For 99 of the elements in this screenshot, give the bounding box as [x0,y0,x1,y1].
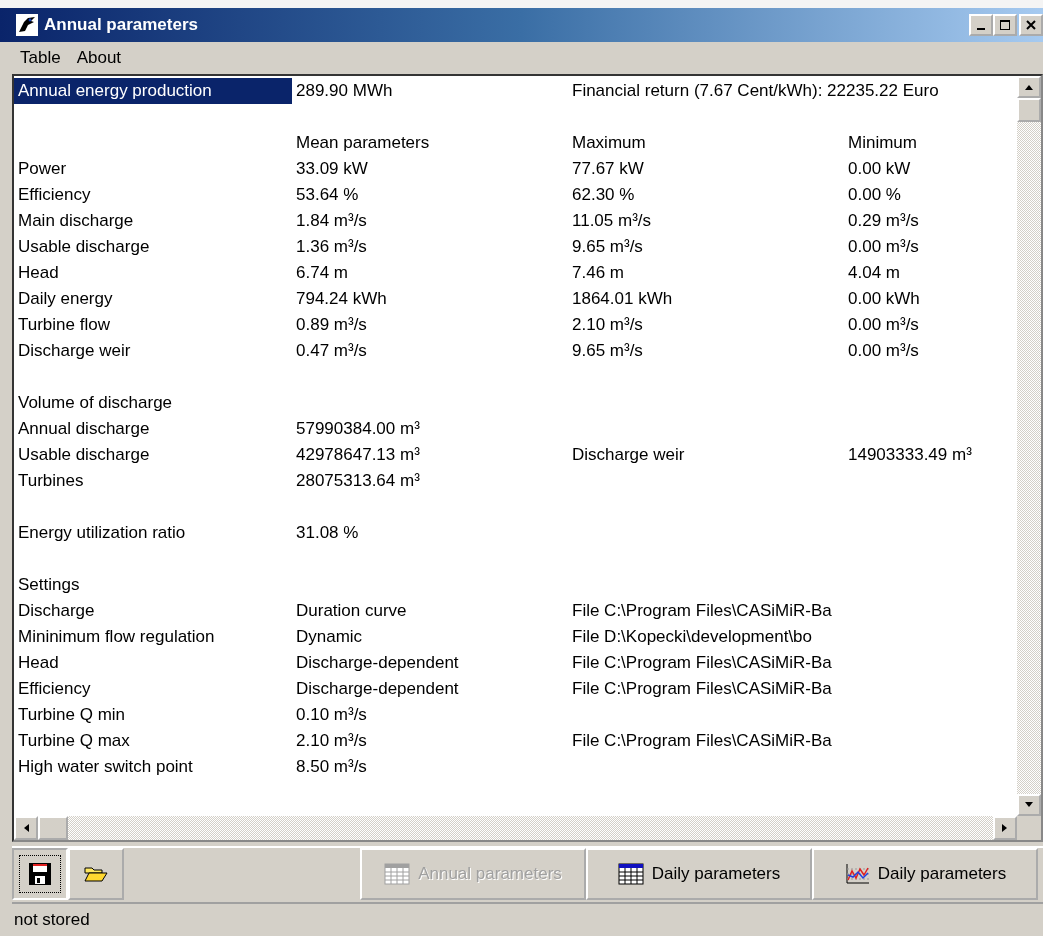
table-cell-text: 794.24 kWh [295,287,388,310]
table-cell-text: Duration curve [295,599,408,622]
table-cell-text: Discharge weir [17,339,132,362]
table-cell-text: 0.00 % [847,183,902,206]
view-button[interactable]: Daily parameters [586,848,812,901]
maximize-icon [999,18,1011,31]
table-cell-text: Discharge-dependent [295,651,460,674]
save-button[interactable] [12,848,68,901]
table-cell-text: Daily energy [17,287,114,310]
table-cell-text: Turbine flow [17,313,111,336]
table-cell-text: 14903333.49 m³ [847,443,973,466]
table-cell-text: 0.10 m³/s [295,703,368,726]
table-cell-text: Usable discharge [17,443,151,466]
minimize-button[interactable] [969,13,993,36]
scroll-up-button[interactable] [1017,75,1041,98]
table-cell-text: 1864.01 kWh [571,287,674,310]
table-cell: Annual energy production [14,77,292,104]
table-cell-text: Head [17,261,60,284]
table-cell-text: Volume of discharge [17,391,174,414]
table-cell-text: 57990384.00 m³ [295,417,421,440]
table-cell-text: Turbine Q max [17,729,131,752]
table-cell-text: 28075313.64 m³ [295,469,421,492]
table-cell-text: 9.65 m³/s [571,235,644,258]
close-button[interactable] [1019,13,1043,36]
table-cell-text: 11.05 m³/s [571,209,653,232]
table-cell-text: Main discharge [17,209,135,232]
table-icon [617,863,644,886]
table-cell-text: Mininimum flow regulation [17,625,216,648]
table-cell-text: Head [17,651,60,674]
table-cell-text: 53.64 % [295,183,360,206]
maximize-button[interactable] [993,13,1017,36]
table-cell-text: 2.10 m³/s [571,313,644,336]
table-cell-text: Usable discharge [17,235,151,258]
minimize-icon [977,27,985,30]
table-cell-text: 4.04 m [847,261,901,284]
table-cell-text: 0.47 m³/s [295,339,368,362]
table-cell-text: 77.67 kW [571,157,645,180]
table-cell-text: 289.90 MWh [295,79,394,102]
table-cell-text: Discharge [17,599,96,622]
right-arrow-icon [1001,823,1009,834]
table-cell-text: Turbines [17,469,85,492]
table-cell-text: Discharge-dependent [295,677,460,700]
table-cell-text: 8.50 m³/s [295,755,368,778]
table-cell-text: 42978647.13 m³ [295,443,421,466]
table-cell-text: Settings [17,573,81,596]
table-cell-text: Discharge weir [571,443,686,466]
table-cell-text: Power [17,157,68,180]
table-cell-text: 62.30 % [571,183,636,206]
table-cell-text: Financial return (7.67 Cent/kWh): 22235.22 Euro [571,79,939,102]
table-cell-text: Efficiency [17,677,92,700]
table-cell-text: Dynamic [295,625,364,648]
table-cell-text: Maximum [571,131,647,154]
table-icon [384,863,411,886]
scroll-thumb[interactable] [1017,97,1041,122]
scroll-thumb[interactable] [38,816,68,841]
table-cell-text: File C:\Program Files\CASiMiR-Ba [571,651,833,674]
scroll-left-button[interactable] [14,816,38,841]
table-cell-text: File D:\Kopecki\development\bo [571,625,814,648]
table-cell-text: Annual discharge [17,417,151,440]
table-cell-text: File C:\Program Files\CASiMiR-Ba [571,729,833,752]
view-button[interactable]: Daily parameters [812,848,1038,901]
scroll-right-button[interactable] [993,816,1017,841]
table-cell-text: 7.46 m [571,261,625,284]
open-button[interactable] [68,848,124,901]
table-cell-text: Turbine Q min [17,703,127,726]
scrollbar-corner [1017,816,1041,841]
table-cell-text: 0.29 m³/s [847,209,920,232]
table-cell-text: High water switch point [17,755,194,778]
scroll-down-button[interactable] [1017,794,1041,817]
table-cell-text: Mean parameters [295,131,431,154]
table-cell-text: Minimum [847,131,918,154]
table-cell-text: 0.89 m³/s [295,313,368,336]
status-text: not stored [14,910,90,931]
table-cell-text: 33.09 kW [295,157,369,180]
table-cell-text: 1.84 m³/s [295,209,368,232]
window-title: Annual parameters [44,14,199,35]
left-arrow-icon [22,823,30,834]
table-cell-text: 2.10 m³/s [295,729,368,752]
table-cell-text: 0.00 m³/s [847,235,920,258]
vertical-scrollbar[interactable] [1017,75,1041,817]
table-cell-text: 0.00 m³/s [847,339,920,362]
line-chart-icon [843,863,870,886]
table-cell-text: Efficiency [17,183,92,206]
table-cell-text: File C:\Program Files\CASiMiR-Ba [571,677,833,700]
table-cell-text: 1.36 m³/s [295,235,368,258]
table-cell-text: 0.00 m³/s [847,313,920,336]
table-cell-text: 0.00 kWh [847,287,921,310]
table-cell-text: Energy utilization ratio [17,521,187,544]
close-icon [1025,18,1037,31]
table-cell-text: File C:\Program Files\CASiMiR-Ba [571,599,833,622]
table-cell-text: 6.74 m [295,261,349,284]
horizontal-scrollbar[interactable] [14,816,1041,841]
menu-item[interactable]: About [70,45,128,70]
table-cell-text: 9.65 m³/s [571,339,644,362]
bird-icon [16,13,38,36]
table-cell-text: 0.00 kW [847,157,912,180]
folder-icon [84,865,108,884]
menu-item[interactable]: Table [14,45,67,70]
table-cell-text: 31.08 % [295,521,360,544]
